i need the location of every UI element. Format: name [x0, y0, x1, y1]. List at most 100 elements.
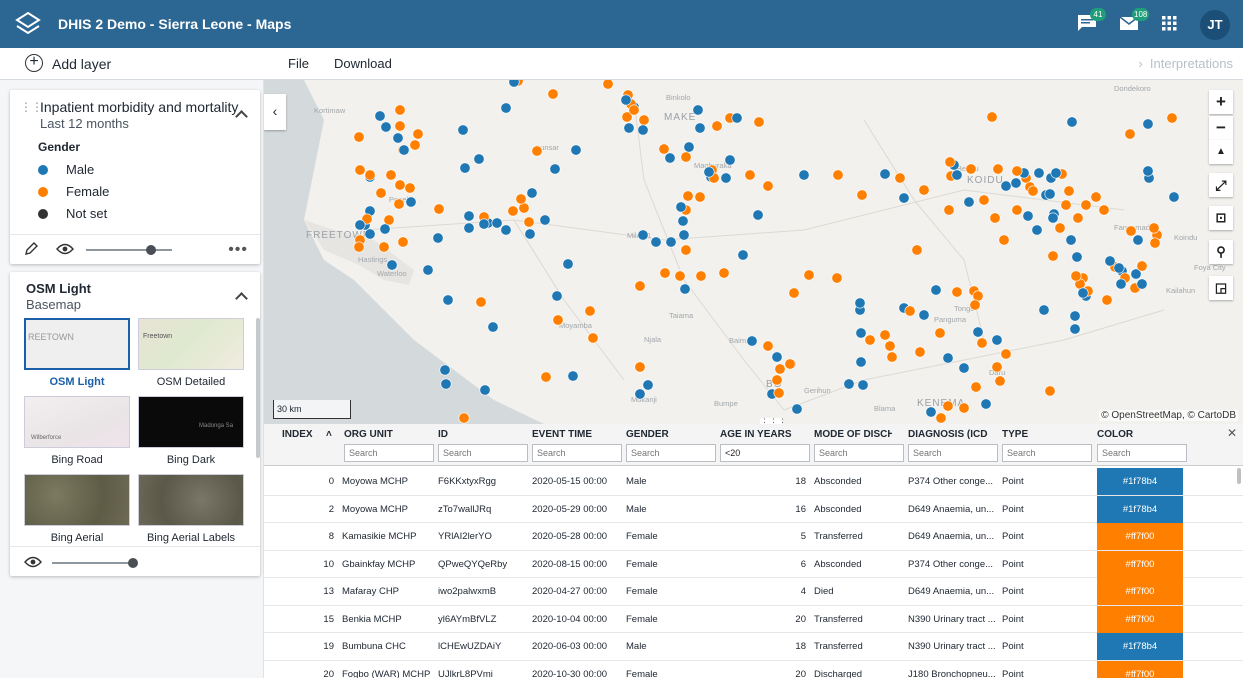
event-marker[interactable]	[886, 351, 898, 363]
event-marker[interactable]	[752, 209, 764, 221]
column-header[interactable]: MODE OF DISCHA	[814, 429, 892, 440]
column-header[interactable]: EVENT TIME	[532, 429, 616, 440]
event-marker[interactable]	[682, 190, 694, 202]
event-marker[interactable]	[784, 358, 796, 370]
event-marker[interactable]	[711, 120, 723, 132]
basemap-option-bing-aerial-labels[interactable]: Bing Aerial Labels	[138, 474, 244, 544]
event-marker[interactable]	[404, 182, 416, 194]
org-unit-filter-input[interactable]	[344, 444, 434, 462]
event-marker[interactable]	[1136, 260, 1148, 272]
event-marker[interactable]	[1115, 278, 1127, 290]
event-marker[interactable]	[884, 340, 896, 352]
event-marker[interactable]	[677, 215, 689, 227]
event-marker[interactable]	[507, 205, 519, 217]
event-marker[interactable]	[854, 297, 866, 309]
event-marker[interactable]	[422, 264, 434, 276]
collapse-panel-button[interactable]: ‹	[264, 94, 286, 130]
event-marker[interactable]	[674, 270, 686, 282]
event-marker[interactable]	[904, 305, 916, 317]
event-marker[interactable]	[353, 131, 365, 143]
event-marker[interactable]	[374, 110, 386, 122]
event-marker[interactable]	[694, 122, 706, 134]
event-marker[interactable]	[394, 120, 406, 132]
event-marker[interactable]	[515, 193, 527, 205]
event-marker[interactable]	[675, 201, 687, 213]
basemap-option-osm-detailed[interactable]: Freetown OSM Detailed	[138, 318, 244, 388]
event-marker[interactable]	[551, 290, 563, 302]
event-marker[interactable]	[570, 144, 582, 156]
event-marker[interactable]	[409, 139, 421, 151]
event-marker[interactable]	[951, 286, 963, 298]
table-row[interactable]: 15 Benkia MCHP yl6AYmBfVLZ 2020-10-04 00:00…	[264, 605, 1243, 633]
event-marker[interactable]	[943, 204, 955, 216]
table-row[interactable]: 0 Moyowa MCHP F6KKxtyxRgg 2020-05-15 00:00 M…	[264, 468, 1243, 496]
event-marker[interactable]	[925, 406, 937, 418]
event-marker[interactable]	[380, 121, 392, 133]
event-marker[interactable]	[753, 116, 765, 128]
event-marker[interactable]	[991, 334, 1003, 346]
event-marker[interactable]	[930, 284, 942, 296]
basemap-opacity-slider[interactable]	[52, 562, 136, 564]
column-header[interactable]: AGE IN YEARS	[720, 429, 804, 440]
column-header[interactable]: ID	[438, 429, 522, 440]
event-marker[interactable]	[463, 210, 475, 222]
event-marker[interactable]	[623, 122, 635, 134]
visibility-eye-icon[interactable]	[56, 243, 74, 255]
id-filter-input[interactable]	[438, 444, 528, 462]
event-marker[interactable]	[976, 337, 988, 349]
event-marker[interactable]	[353, 241, 365, 253]
event-marker[interactable]	[1113, 262, 1125, 274]
event-marker[interactable]	[508, 80, 520, 88]
event-marker[interactable]	[963, 196, 975, 208]
event-marker[interactable]	[1090, 191, 1102, 203]
event-marker[interactable]	[1044, 188, 1056, 200]
basemap-scrollbar[interactable]	[256, 318, 260, 458]
event-marker[interactable]	[405, 196, 417, 208]
download-menu[interactable]: Download	[334, 56, 392, 71]
event-marker[interactable]	[831, 272, 843, 284]
event-marker[interactable]	[771, 374, 783, 386]
event-marker[interactable]	[394, 179, 406, 191]
event-marker[interactable]	[679, 283, 691, 295]
event-marker[interactable]	[911, 244, 923, 256]
event-marker[interactable]	[664, 152, 676, 164]
type-filter-input[interactable]	[1002, 444, 1092, 462]
event-marker[interactable]	[991, 361, 1003, 373]
map-attribution[interactable]: © OpenStreetMap, © CartoDB	[1099, 410, 1238, 421]
event-marker[interactable]	[1047, 250, 1059, 262]
event-marker[interactable]	[694, 191, 706, 203]
edit-pencil-icon[interactable]	[24, 242, 38, 256]
event-marker[interactable]	[942, 400, 954, 412]
event-marker[interactable]	[1011, 204, 1023, 216]
event-marker[interactable]	[1031, 224, 1043, 236]
event-marker[interactable]	[1101, 294, 1113, 306]
table-row[interactable]: 19 Bumbuna CHC lCHEwUZDAiY 2020-06-03 00:00…	[264, 633, 1243, 661]
event-marker[interactable]	[1142, 118, 1154, 130]
event-marker[interactable]	[935, 412, 947, 424]
column-header[interactable]: GENDER	[626, 429, 710, 440]
column-header[interactable]: INDEX	[282, 429, 313, 440]
event-marker[interactable]	[1069, 323, 1081, 335]
event-marker[interactable]	[798, 169, 810, 181]
event-marker[interactable]	[1071, 251, 1083, 263]
event-marker[interactable]	[762, 180, 774, 192]
event-marker[interactable]	[375, 187, 387, 199]
event-marker[interactable]	[364, 228, 376, 240]
event-marker[interactable]	[665, 236, 677, 248]
event-marker[interactable]	[788, 287, 800, 299]
event-marker[interactable]	[587, 332, 599, 344]
event-marker[interactable]	[433, 203, 445, 215]
event-marker[interactable]	[634, 361, 646, 373]
event-marker[interactable]	[540, 371, 552, 383]
event-marker[interactable]	[440, 378, 452, 390]
event-marker[interactable]	[539, 214, 551, 226]
event-marker[interactable]	[638, 114, 650, 126]
event-marker[interactable]	[970, 381, 982, 393]
event-marker[interactable]	[547, 88, 559, 100]
event-marker[interactable]	[392, 132, 404, 144]
event-marker[interactable]	[457, 124, 469, 136]
event-marker[interactable]	[1077, 287, 1089, 299]
event-marker[interactable]	[459, 162, 471, 174]
event-marker[interactable]	[718, 267, 730, 279]
event-marker[interactable]	[397, 236, 409, 248]
